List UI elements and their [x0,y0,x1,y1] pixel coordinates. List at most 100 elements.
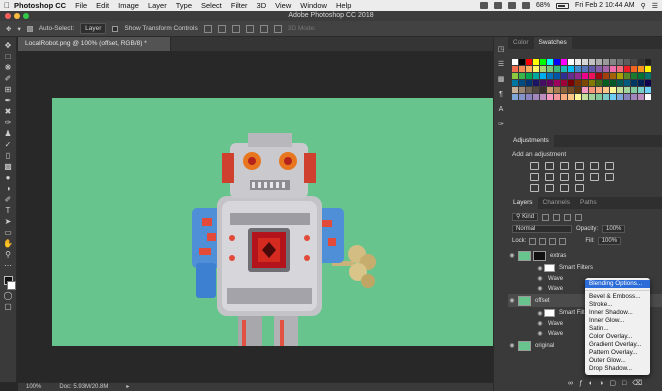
apple-icon[interactable]:  [0,1,14,10]
color-lookup-icon[interactable] [590,173,599,181]
color-swatch[interactable] [624,80,631,87]
gradient-tool-icon[interactable]: ▩ [2,162,14,172]
app-menu[interactable]: Photoshop CC [14,1,66,10]
eyedropper-tool-icon[interactable]: ✒ [2,96,14,106]
color-swatch[interactable] [603,94,610,101]
color-swatch[interactable] [554,87,561,94]
color-swatch[interactable] [575,66,582,73]
color-swatch[interactable] [526,80,533,87]
filter-shape-icon[interactable] [575,213,583,221]
eye-icon[interactable]: ◉ [536,275,544,282]
filter-type-icon[interactable] [564,213,572,221]
clock[interactable]: Fri Feb 2 10:44 AM [575,2,635,9]
libraries-icon[interactable]: ▩ [496,75,506,84]
menu-inner-glow[interactable]: Inner Glow... [585,317,650,325]
color-swatch[interactable] [512,73,519,80]
menu-select[interactable]: Select [201,1,222,10]
color-swatch[interactable] [617,59,624,66]
color-swatch[interactable] [512,66,519,73]
lock-pixels-icon[interactable] [539,237,547,245]
color-swatch[interactable] [603,59,610,66]
eye-icon[interactable]: ◉ [536,265,544,272]
color-swatch[interactable] [582,66,589,73]
brush-tool-icon[interactable]: ✑ [2,118,14,128]
color-swatch[interactable] [519,94,526,101]
color-swatch[interactable] [554,73,561,80]
properties-icon[interactable]: ☰ [496,60,506,69]
color-swatch[interactable] [575,59,582,66]
color-swatch[interactable] [589,59,596,66]
new-group-icon[interactable]: ▢ [609,379,616,387]
dodge-tool-icon[interactable]: ◑ [2,184,14,194]
posterize-icon[interactable] [530,184,539,192]
color-swatch[interactable] [603,73,610,80]
tab-paths[interactable]: Paths [575,197,602,209]
quick-mask-icon[interactable]: ◯ [2,291,14,301]
type-tool-icon[interactable]: T [2,206,14,216]
color-swatch[interactable] [589,87,596,94]
color-swatch[interactable] [638,80,645,87]
filter-adjustment-icon[interactable] [553,213,561,221]
color-swatch[interactable] [554,59,561,66]
color-swatch[interactable] [568,94,575,101]
auto-select-dropdown[interactable]: Layer [80,23,107,34]
color-swatch[interactable] [575,73,582,80]
menu-stroke[interactable]: Stroke... [585,301,650,309]
photo-filter-icon[interactable] [560,173,569,181]
color-swatch[interactable] [617,66,624,73]
color-swatch[interactable] [638,94,645,101]
history-brush-tool-icon[interactable]: ✓ [2,140,14,150]
layer-row-extras[interactable]: ◉ extras [508,249,662,262]
color-swatch[interactable] [582,80,589,87]
link-layers-icon[interactable]: ∞ [568,380,573,387]
color-swatch[interactable] [631,59,638,66]
move-tool-preset-icon[interactable]: ✥ [6,25,11,33]
eye-icon[interactable]: ◉ [536,310,544,317]
filter-kind-dropdown[interactable]: ⚲ Kind [512,213,539,221]
volume-icon[interactable] [522,2,531,9]
color-swatch[interactable] [610,59,617,66]
tab-adjustments[interactable]: Adjustments [508,135,554,147]
hue-saturation-icon[interactable] [605,162,614,170]
color-swatch[interactable] [540,66,547,73]
color-swatch[interactable] [589,66,596,73]
menu-filter[interactable]: Filter [231,1,248,10]
color-swatch[interactable] [638,73,645,80]
color-swatch[interactable] [519,73,526,80]
color-swatch[interactable] [589,73,596,80]
menu-file[interactable]: File [75,1,87,10]
color-swatch[interactable] [561,87,568,94]
eye-icon[interactable]: ◉ [536,330,544,337]
color-swatch[interactable] [645,87,652,94]
menu-layer[interactable]: Layer [148,1,167,10]
chevron-right-icon[interactable]: ▸ [126,383,129,391]
color-swatch[interactable] [610,80,617,87]
color-swatch[interactable] [526,59,533,66]
color-swatch[interactable] [582,73,589,80]
color-swatch[interactable] [512,87,519,94]
color-swatch[interactable] [533,59,540,66]
document-tab[interactable]: LocalRobot.png @ 100% (offset, RGB/8) * [18,37,171,51]
color-swatch[interactable] [610,94,617,101]
color-swatch[interactable] [512,80,519,87]
invert-icon[interactable] [605,173,614,181]
color-swatch[interactable] [617,73,624,80]
color-swatch[interactable] [540,80,547,87]
color-swatch[interactable] [512,94,519,101]
levels-icon[interactable] [545,162,554,170]
brightness-contrast-icon[interactable] [530,162,539,170]
menu-type[interactable]: Type [176,1,192,10]
color-swatch[interactable] [645,73,652,80]
trash-icon[interactable]: ⌫ [632,379,642,387]
tab-channels[interactable]: Channels [538,197,575,209]
color-swatch[interactable] [624,66,631,73]
color-swatch[interactable] [638,66,645,73]
color-swatch[interactable] [610,73,617,80]
layer-style-icon[interactable]: ƒ [579,380,583,387]
color-swatch[interactable] [624,73,631,80]
filter-pixel-icon[interactable] [542,213,550,221]
align-top-icon[interactable] [203,24,212,33]
battery-icon[interactable] [556,2,570,9]
color-swatch[interactable] [519,59,526,66]
vibrance-icon[interactable] [590,162,599,170]
